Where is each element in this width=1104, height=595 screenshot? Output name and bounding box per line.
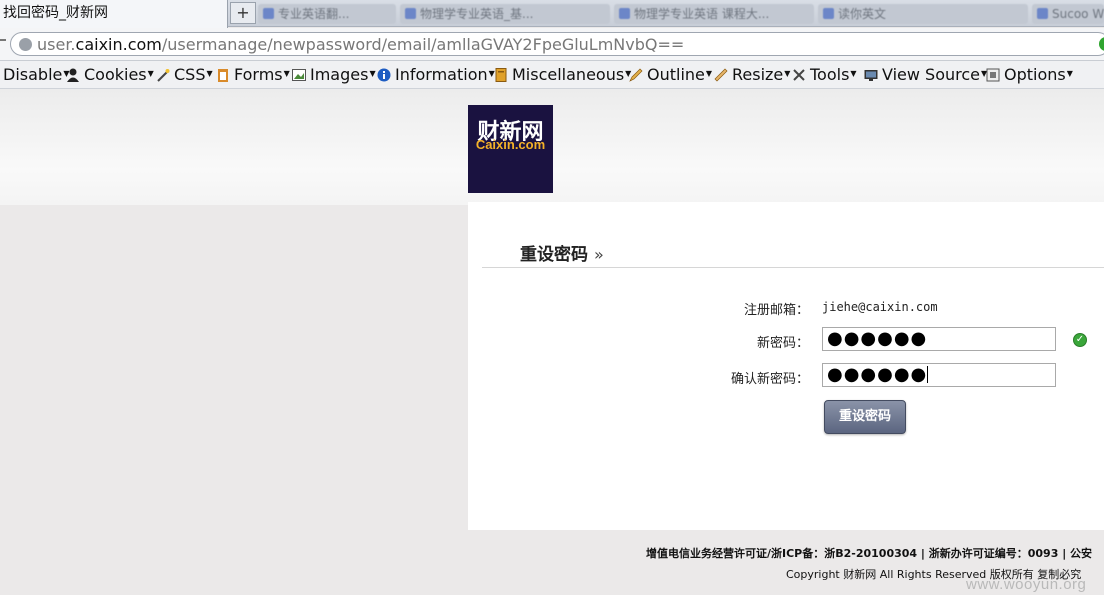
background-tab[interactable]: 物理学专业英语_基... — [400, 4, 610, 24]
toolbar-outline[interactable]: Outline▼ — [629, 65, 712, 84]
valid-check-icon: ✓ — [1073, 333, 1087, 347]
confirm-password-field[interactable]: ●●●●●● — [822, 363, 1056, 387]
email-label: 注册邮箱： — [743, 303, 809, 318]
toolbar-miscellaneous[interactable]: Miscellaneous▼ — [494, 65, 631, 84]
image-icon — [292, 67, 306, 81]
options-icon — [986, 67, 1000, 82]
site-header: 财新网 Caixin.com — [0, 89, 1104, 205]
toolbar-view-source[interactable]: View Source▼ — [864, 65, 987, 84]
new-password-field[interactable]: ●●●●●● — [822, 327, 1056, 351]
page-title: 重设密码» — [520, 245, 604, 265]
tab-favicon-icon — [1037, 8, 1048, 19]
book-icon — [494, 67, 508, 82]
url-text: user.caixin.com/usermanage/newpassword/e… — [37, 35, 685, 54]
toolbar-css[interactable]: CSS▼ — [156, 65, 213, 84]
wand-icon — [156, 67, 170, 82]
new-tab-button[interactable]: + — [230, 2, 256, 24]
clipboard-icon — [216, 67, 230, 82]
background-tab[interactable]: 读你英文 — [818, 4, 1028, 24]
tab-favicon-icon — [405, 8, 416, 19]
toolbar-cookies[interactable]: Cookies▼ — [66, 65, 154, 84]
toolbar-information[interactable]: Information▼ — [377, 65, 495, 84]
tab-favicon-icon — [619, 8, 630, 19]
cookie-person-icon — [66, 67, 80, 82]
toolbar-forms[interactable]: Forms▼ — [216, 65, 290, 84]
address-bar[interactable]: user.caixin.com/usermanage/newpassword/e… — [10, 32, 1104, 56]
background-tab[interactable]: 物理学专业英语 课程大... — [614, 4, 814, 24]
footer-license: 增值电信业务经营许可证/浙ICP备：浙B2-20100304 | 浙新办许可证编… — [646, 547, 1093, 560]
toolbar-options[interactable]: Options▼ — [986, 65, 1073, 84]
ruler-icon — [714, 67, 728, 82]
reset-password-button[interactable]: 重设密码 — [824, 400, 906, 434]
globe-icon — [19, 38, 32, 51]
monitor-icon — [864, 67, 878, 81]
navigation-bar: user.caixin.com/usermanage/newpassword/e… — [0, 28, 1104, 61]
info-icon — [377, 67, 391, 82]
toolbar-tools[interactable]: Tools▼ — [792, 65, 857, 84]
active-tab-title: 找回密码_财新网 — [3, 5, 108, 21]
toolbar-disable[interactable]: Disable▼ — [3, 65, 70, 84]
back-button-edge[interactable] — [0, 39, 6, 41]
caixin-logo[interactable]: 财新网 Caixin.com — [468, 105, 553, 193]
tab-bar: 找回密码_财新网 + 专业英语翻... 物理学专业英语_基... 物理学专业英语… — [0, 0, 1104, 28]
double-chevron-icon: » — [594, 245, 604, 264]
text-cursor — [927, 366, 929, 383]
web-developer-toolbar: Disable▼ Cookies▼ CSS▼ Forms▼ Images▼ In… — [0, 61, 1104, 89]
tab-favicon-icon — [823, 8, 834, 19]
watermark: www.wooyun.org — [966, 576, 1087, 593]
confirm-password-label: 确认新密码： — [730, 372, 809, 387]
new-password-label: 新密码： — [756, 336, 809, 351]
tools-icon — [792, 67, 806, 81]
background-tab[interactable]: Sucoo Web... — [1032, 4, 1104, 24]
title-divider — [482, 267, 1104, 268]
pencil-icon — [629, 67, 643, 82]
reset-password-panel: 重设密码» 注册邮箱： jiehe@caixin.com 新密码： ●●●●●●… — [468, 202, 1104, 530]
active-tab[interactable]: 找回密码_财新网 — [0, 0, 228, 28]
background-tab[interactable]: 专业英语翻... — [258, 4, 396, 24]
toolbar-resize[interactable]: Resize▼ — [714, 65, 790, 84]
logo-text-en: Caixin.com — [475, 137, 546, 152]
go-icon[interactable] — [1099, 37, 1104, 51]
tab-favicon-icon — [263, 8, 274, 19]
toolbar-images[interactable]: Images▼ — [292, 65, 376, 84]
email-value: jiehe@caixin.com — [822, 300, 938, 314]
